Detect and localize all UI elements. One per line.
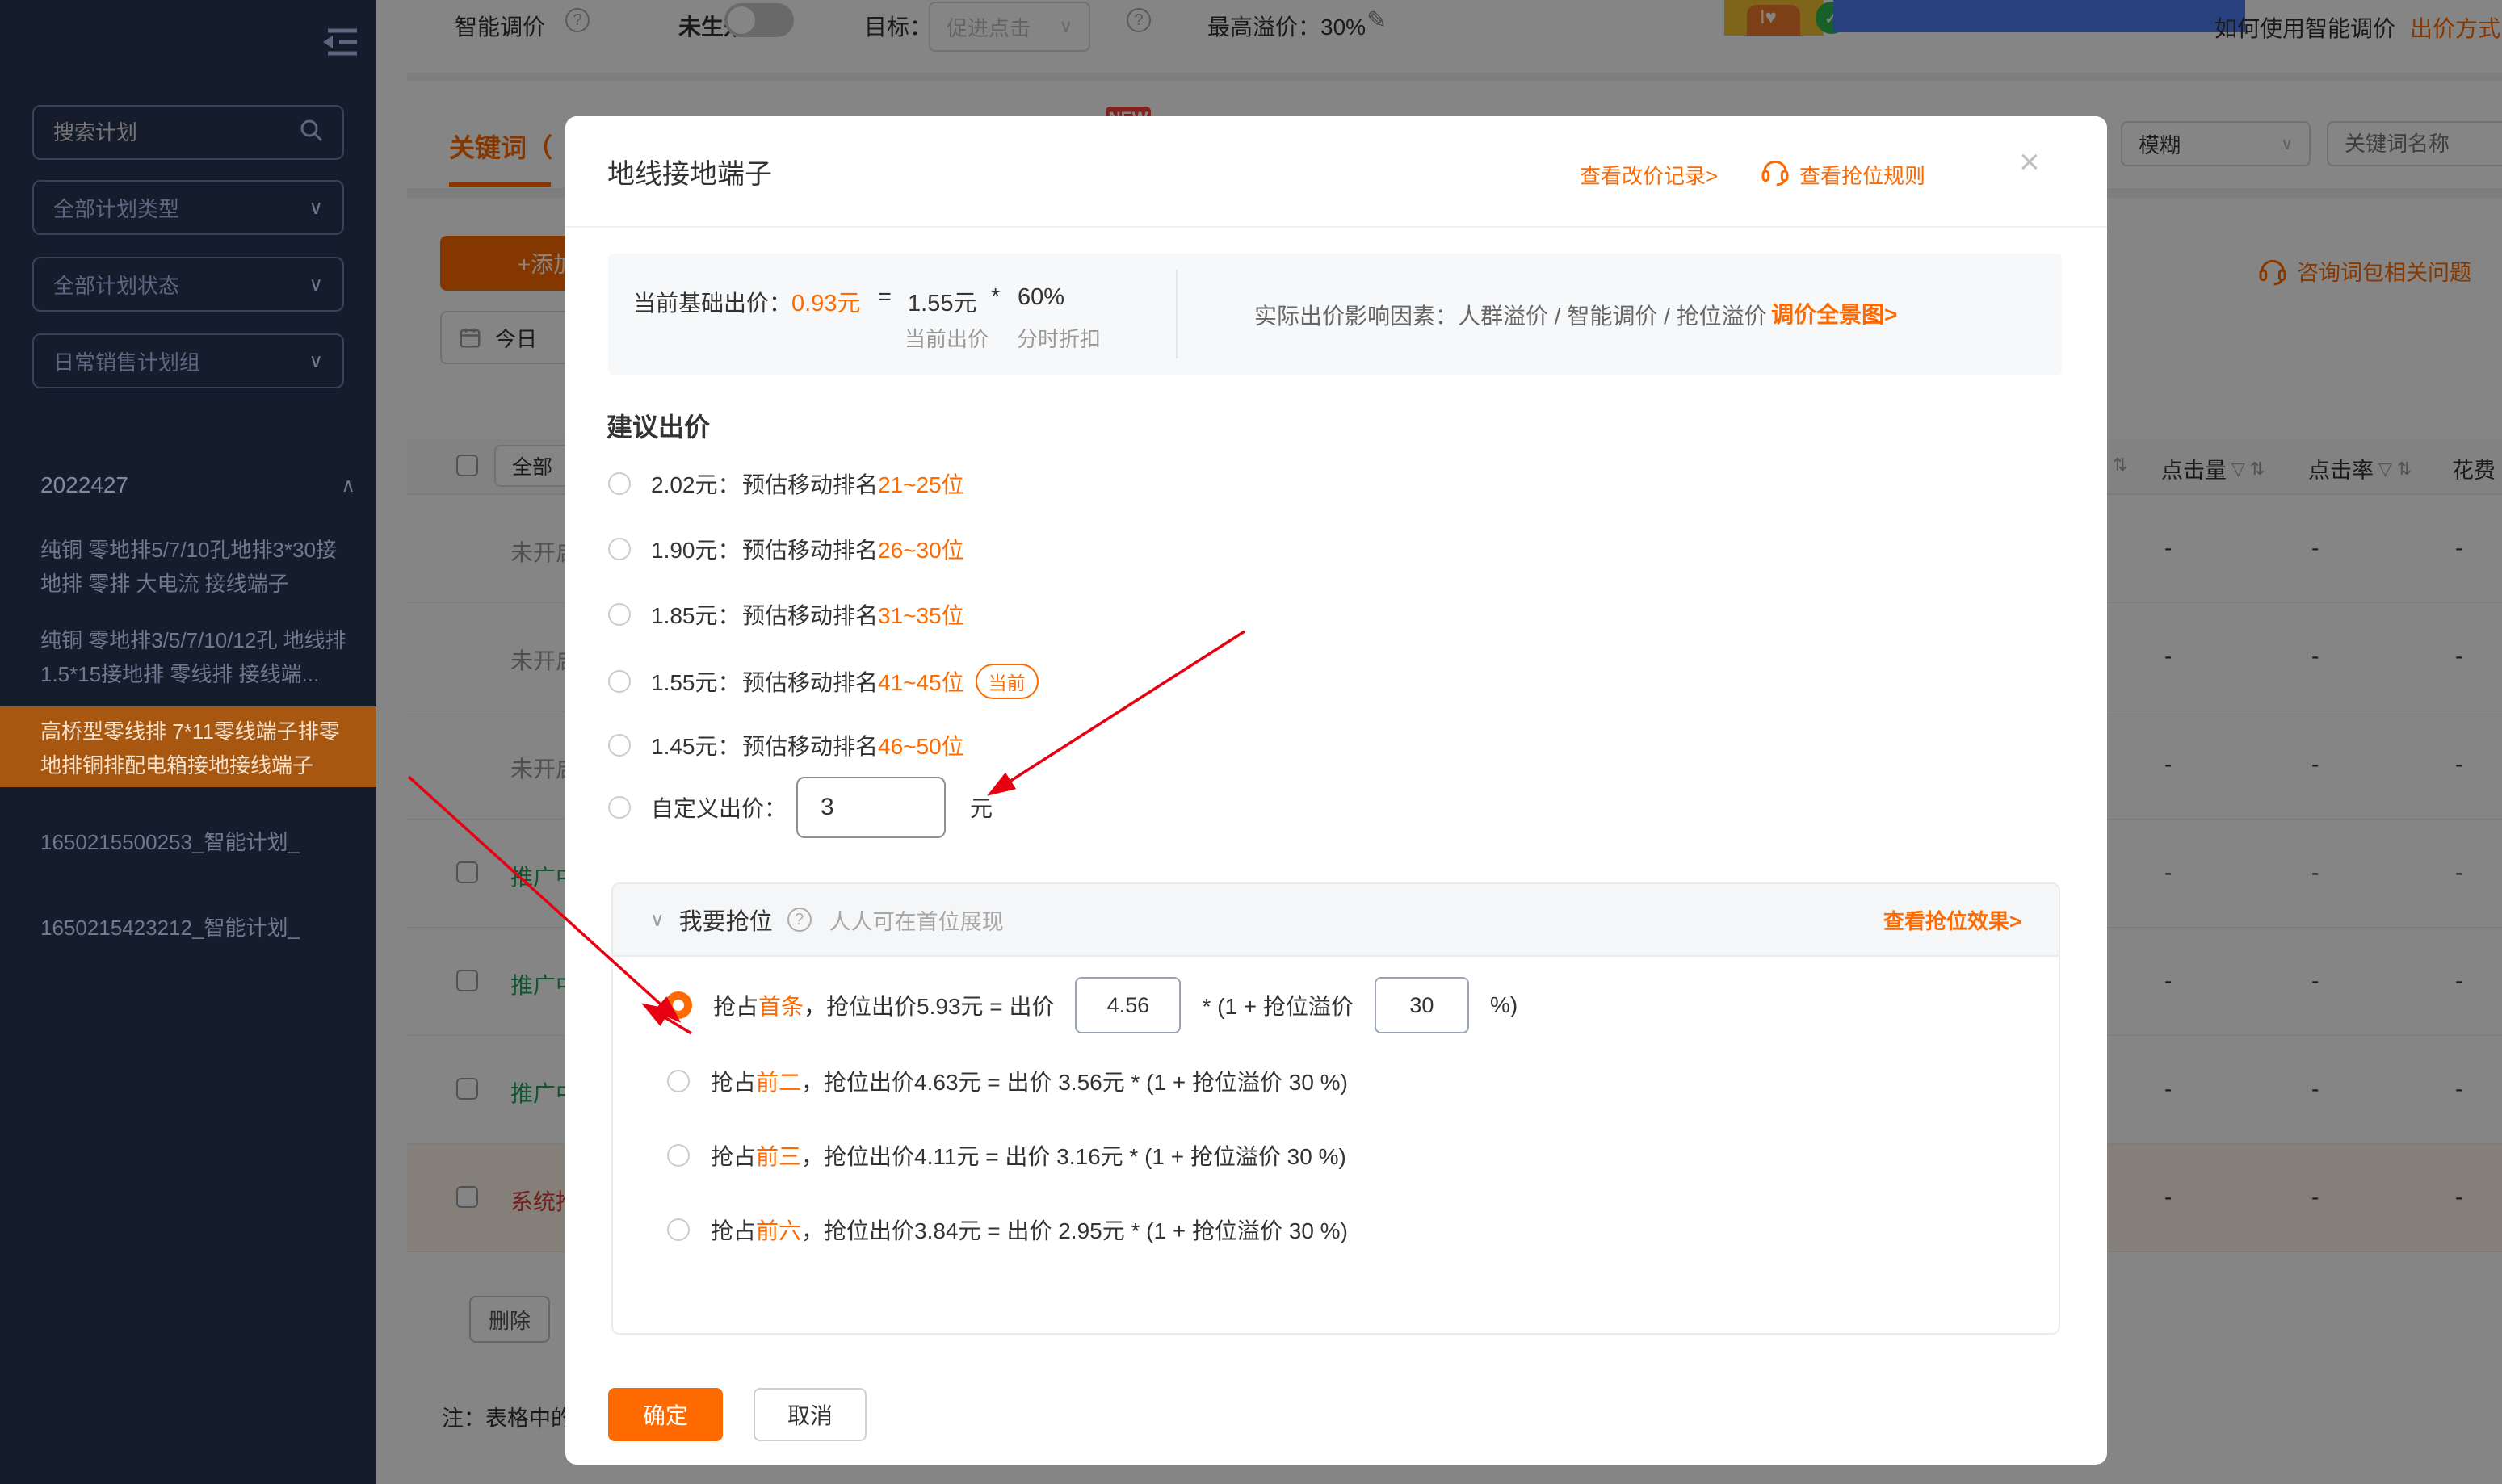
custom-bid-option[interactable]: 自定义出价： 元 [608,775,993,840]
option-price: 1.55元： [651,665,742,698]
option-range: 46~50位 [878,729,964,761]
base-bid-value: 0.93元 [791,284,860,318]
chevron-down-icon[interactable]: ∨ [650,908,665,932]
plan-group-title: 2022427 [40,472,128,498]
option-price: 1.90元： [651,533,742,565]
radio-icon[interactable] [608,734,631,757]
grab-pos-highlight: 前六 [756,1218,801,1243]
grab-pos-highlight: 前二 [756,1070,801,1095]
suggest-heading: 建议出价 [607,407,710,444]
filter-plan-status[interactable]: 全部计划状态 ∨ [32,257,344,312]
suggest-option[interactable]: 2.02元： 预估移动排名 21~25位 [608,467,964,500]
sidebar-plan-item[interactable]: 1650215423212_智能计划_ [40,911,352,945]
radio-icon[interactable] [667,1070,690,1092]
chevron-up-icon: ∧ [341,474,355,497]
suggest-option[interactable]: 1.90元： 预估移动排名 26~30位 [608,533,964,565]
sidebar-plan-item[interactable]: 纯铜 零地排3/5/7/10/12孔 地线排1.5*15接地排 零线排 接线端.… [40,623,352,691]
radio-icon[interactable] [667,1218,690,1241]
equals-sign: = [878,284,892,311]
bid-modal: 地线接地端子 查看改价记录> 查看抢位规则 × 当前基础出价： 0.93元 = … [565,116,2107,1465]
radio-icon[interactable] [608,538,631,560]
cancel-button[interactable]: 取消 [754,1388,867,1441]
chevron-down-icon: ∨ [309,196,323,220]
custom-bid-input[interactable] [796,777,946,838]
question-icon[interactable]: ? [787,908,812,932]
option-range: 21~25位 [878,467,964,500]
filter-plan-group[interactable]: 日常销售计划组 ∨ [32,333,344,388]
grab-pos-highlight: 首条 [758,994,804,1019]
close-icon[interactable]: × [2019,142,2040,182]
plan-search-box[interactable] [32,105,344,160]
headset-icon [1759,155,1791,191]
grab-formula-end: %) [1490,992,1518,1018]
filter-plan-type[interactable]: 全部计划类型 ∨ [32,180,344,235]
radio-icon[interactable] [667,1144,690,1167]
sidebar-plan-item[interactable]: 纯铜 零地排5/7/10孔地排3*30接地排 零排 大电流 接线端子 [40,533,352,601]
option-prefix: 预估移动排名 [742,598,878,631]
radio-icon[interactable] [608,603,631,626]
grab-panel-header[interactable]: ∨ 我要抢位 ? 人人可在首位展现 查看抢位效果> [613,884,2059,957]
option-price: 1.85元： [651,598,742,631]
sidebar-plan-item[interactable]: 1650215500253_智能计划_ [40,825,352,859]
discount-sub-label: 分时折扣 [1017,323,1101,353]
sidebar-collapse-icon[interactable] [321,24,359,64]
chevron-down-icon: ∨ [309,273,323,296]
panorama-link[interactable]: 调价全景图> [1771,297,1897,329]
grab-option-second[interactable]: 抢占前二，抢位出价4.63元 = 出价 3.56元 * (1 + 抢位溢价 30… [613,1044,2059,1118]
grab-panel-title: 我要抢位 [679,903,773,937]
filter-plan-status-label: 全部计划状态 [53,270,179,300]
suggest-option[interactable]: 1.45元： 预估移动排名 46~50位 [608,729,964,761]
grab-formula-mid: * (1 + 抢位溢价 [1202,989,1353,1021]
plan-search-input[interactable] [53,120,296,145]
grab-option-first[interactable]: 抢占首条，抢位出价5.93元 = 出价 * (1 + 抢位溢价 %) [613,966,2059,1044]
option-prefix: 预估移动排名 [742,729,878,761]
times-sign: * [991,284,1000,311]
option-price: 2.02元： [651,467,742,500]
option-prefix: 预估移动排名 [742,533,878,565]
price-history-link[interactable]: 查看改价记录> [1580,160,1718,190]
discount-value: 60% [1018,284,1064,311]
confirm-button[interactable]: 确定 [608,1388,723,1441]
current-bid-value: 1.55元 [908,284,976,318]
grab-position-panel: ∨ 我要抢位 ? 人人可在首位展现 查看抢位效果> 抢占首条，抢位出价5.93元… [611,882,2060,1335]
search-icon[interactable] [299,118,323,148]
divider [1176,270,1178,358]
current-badge: 当前 [976,664,1039,699]
grab-bid-input[interactable] [1075,977,1181,1033]
suggest-option[interactable]: 1.85元： 预估移动排名 31~35位 [608,598,964,631]
current-bid-sub-label: 当前出价 [905,323,989,353]
chevron-down-icon: ∨ [309,350,323,373]
bid-factors-text: 实际出价影响因素：人群溢价 / 智能调价 / 抢位溢价 [1254,299,1767,331]
plan-group-header[interactable]: 2022427 ∧ [40,472,355,498]
divider [565,226,2107,228]
radio-selected-icon[interactable] [665,991,692,1019]
radio-icon[interactable] [608,472,631,495]
modal-title: 地线接地端子 [607,152,772,191]
sidebar-plan-item-selected[interactable]: 高桥型零线排 7*11零线端子排零地排铜排配电箱接地接线端子 [0,706,376,787]
option-range: 31~35位 [878,598,964,631]
sidebar: 全部计划类型 ∨ 全部计划状态 ∨ 日常销售计划组 ∨ 2022427 ∧ 纯铜 零地… [0,0,376,1484]
suggest-option[interactable]: 1.55元： 预估移动排名 41~45位 当前 [608,665,1039,698]
radio-icon[interactable] [608,670,631,693]
filter-plan-type-label: 全部计划类型 [53,193,179,223]
option-prefix: 预估移动排名 [742,467,878,500]
current-bid-infobar: 当前基础出价： 0.93元 = 1.55元 * 60% 当前出价 分时折扣 实际… [608,254,2062,375]
option-prefix: 预估移动排名 [742,665,878,698]
grab-pos-highlight: 前三 [756,1144,801,1169]
option-range: 26~30位 [878,533,964,565]
grab-effect-link[interactable]: 查看抢位效果> [1883,905,2021,935]
base-bid-label: 当前基础出价： [633,286,791,318]
radio-icon[interactable] [608,796,631,819]
option-price: 1.45元： [651,729,742,761]
grab-rules-link[interactable]: 查看抢位规则 [1799,160,1925,190]
grab-panel-hint: 人人可在首位展现 [829,904,1004,936]
grab-premium-input[interactable] [1375,977,1469,1033]
custom-bid-unit: 元 [970,791,993,824]
option-range: 41~45位 [878,665,964,698]
grab-option-third[interactable]: 抢占前三，抢位出价4.11元 = 出价 3.16元 * (1 + 抢位溢价 30… [613,1118,2059,1193]
filter-plan-group-label: 日常销售计划组 [53,346,200,376]
custom-bid-label: 自定义出价： [651,791,796,824]
grab-option-sixth[interactable]: 抢占前六，抢位出价3.84元 = 出价 2.95元 * (1 + 抢位溢价 30… [613,1193,2059,1267]
